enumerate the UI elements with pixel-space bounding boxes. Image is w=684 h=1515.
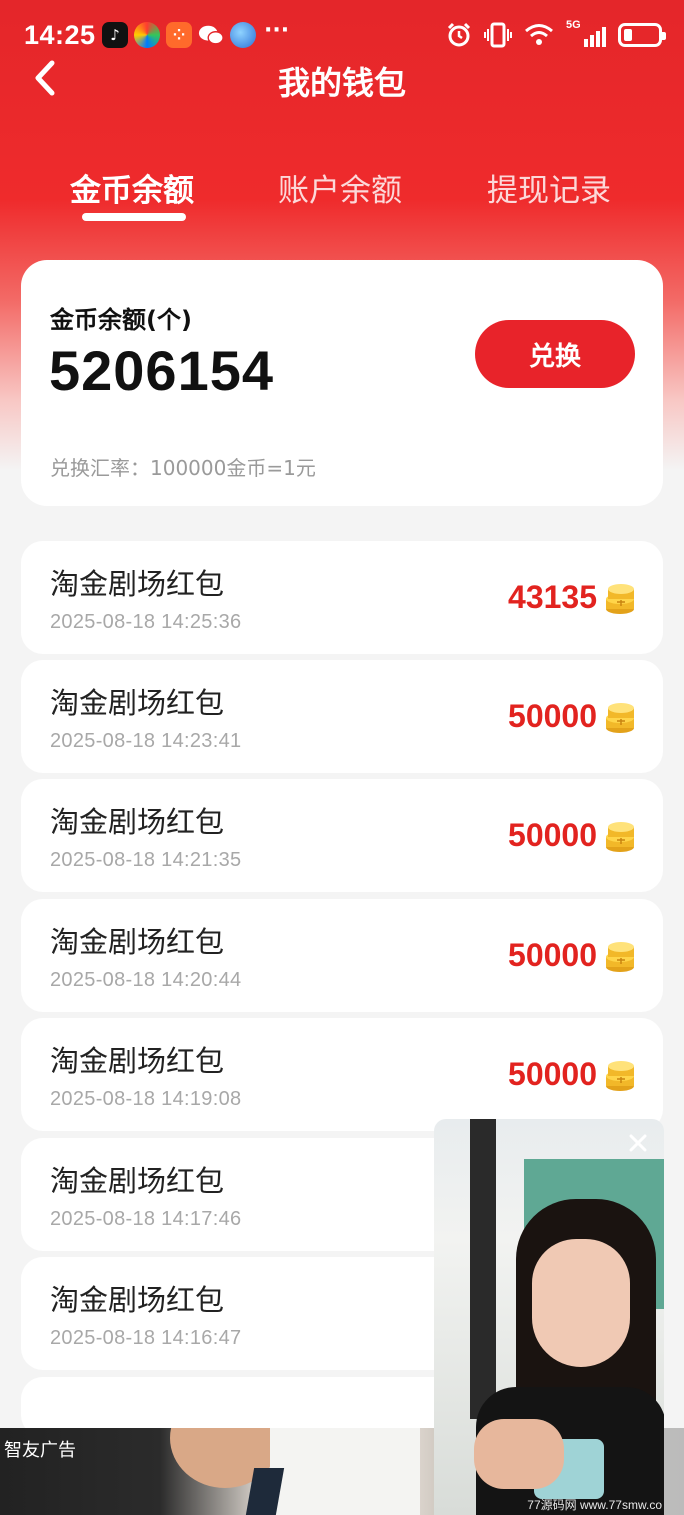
- tiktok-icon: ♪: [102, 22, 128, 48]
- balance-label: 金币余额(个): [50, 306, 192, 334]
- tab-account-balance[interactable]: 账户余额: [278, 165, 402, 210]
- system-icons: 5G: [446, 19, 666, 48]
- record-title: 淘金剧场红包: [50, 567, 225, 601]
- record-amount: 50000: [508, 937, 597, 973]
- colorful-app-icon: [134, 22, 160, 48]
- record-title: 淘金剧场红包: [50, 805, 225, 839]
- record-time: 2025-08-18 14:23:41: [50, 730, 242, 752]
- record-title: 淘金剧场红包: [50, 686, 225, 720]
- record-time: 2025-08-18 14:16:47: [50, 1327, 242, 1349]
- coin-balance-card: 金币余额(个) 5206154 兑换 兑换汇率：100000金币=1元: [21, 260, 663, 506]
- status-time: 14:25: [24, 20, 96, 50]
- video-person: [532, 1239, 630, 1367]
- list-item[interactable]: 淘金剧场红包 2025-08-18 14:21:35 50000: [21, 779, 663, 892]
- record-title: 淘金剧场红包: [50, 925, 225, 959]
- record-title: 淘金剧场红包: [50, 1044, 225, 1078]
- record-amount: 50000: [508, 698, 597, 734]
- record-time: 2025-08-18 14:20:44: [50, 969, 242, 991]
- tab-coin-balance[interactable]: 金币余额: [70, 165, 194, 210]
- battery-icon: [618, 23, 666, 47]
- close-video-button[interactable]: [624, 1129, 652, 1157]
- active-tab-indicator: [82, 213, 186, 221]
- floating-video-player[interactable]: 77源码网 www.77smw.co: [434, 1119, 664, 1515]
- vibrate-icon: [484, 22, 512, 48]
- exchange-rate-text: 兑换汇率：100000金币=1元: [50, 456, 316, 480]
- record-title: 淘金剧场红包: [50, 1283, 225, 1317]
- exchange-button[interactable]: 兑换: [475, 320, 635, 388]
- list-item[interactable]: 淘金剧场红包 2025-08-18 14:20:44 50000: [21, 899, 663, 1012]
- watermark-text: 77源码网 www.77smw.co: [527, 1498, 662, 1512]
- record-time: 2025-08-18 14:21:35: [50, 849, 242, 871]
- list-item[interactable]: 淘金剧场红包 2025-08-18 14:25:36 43135: [21, 541, 663, 654]
- notification-icons: ♪ ⁘: [102, 22, 256, 48]
- record-amount: 50000: [508, 1056, 597, 1092]
- ad-label: 智友广告: [4, 1440, 76, 1461]
- balance-value: 5206154: [49, 339, 275, 402]
- coin-stack-icon: [606, 1061, 634, 1091]
- tab-withdraw-records[interactable]: 提现记录: [487, 165, 611, 210]
- record-time: 2025-08-18 14:17:46: [50, 1208, 242, 1230]
- record-time: 2025-08-18 14:19:08: [50, 1088, 242, 1110]
- alarm-icon: [447, 22, 471, 47]
- wifi-icon: [525, 24, 553, 45]
- coin-stack-icon: [606, 822, 634, 852]
- grid-app-icon: ⁘: [166, 22, 192, 48]
- coin-stack-icon: [606, 584, 634, 614]
- list-item[interactable]: 淘金剧场红包 2025-08-18 14:23:41 50000: [21, 660, 663, 773]
- page-title: 我的钱包: [277, 64, 406, 102]
- record-amount: 43135: [508, 579, 597, 615]
- more-notifications-icon: ···: [264, 18, 290, 43]
- coin-stack-icon: [606, 703, 634, 733]
- close-icon: [629, 1134, 647, 1152]
- list-item[interactable]: 淘金剧场红包 2025-08-18 14:19:08 50000: [21, 1018, 663, 1131]
- record-time: 2025-08-18 14:25:36: [50, 611, 242, 633]
- network-type-label: 5G: [566, 19, 581, 31]
- cellular-signal-icon: 5G: [566, 19, 606, 47]
- record-title: 淘金剧场红包: [50, 1164, 225, 1198]
- browser-icon: [230, 22, 256, 48]
- record-amount: 50000: [508, 817, 597, 853]
- coin-stack-icon: [606, 942, 634, 972]
- wechat-icon: [198, 22, 224, 48]
